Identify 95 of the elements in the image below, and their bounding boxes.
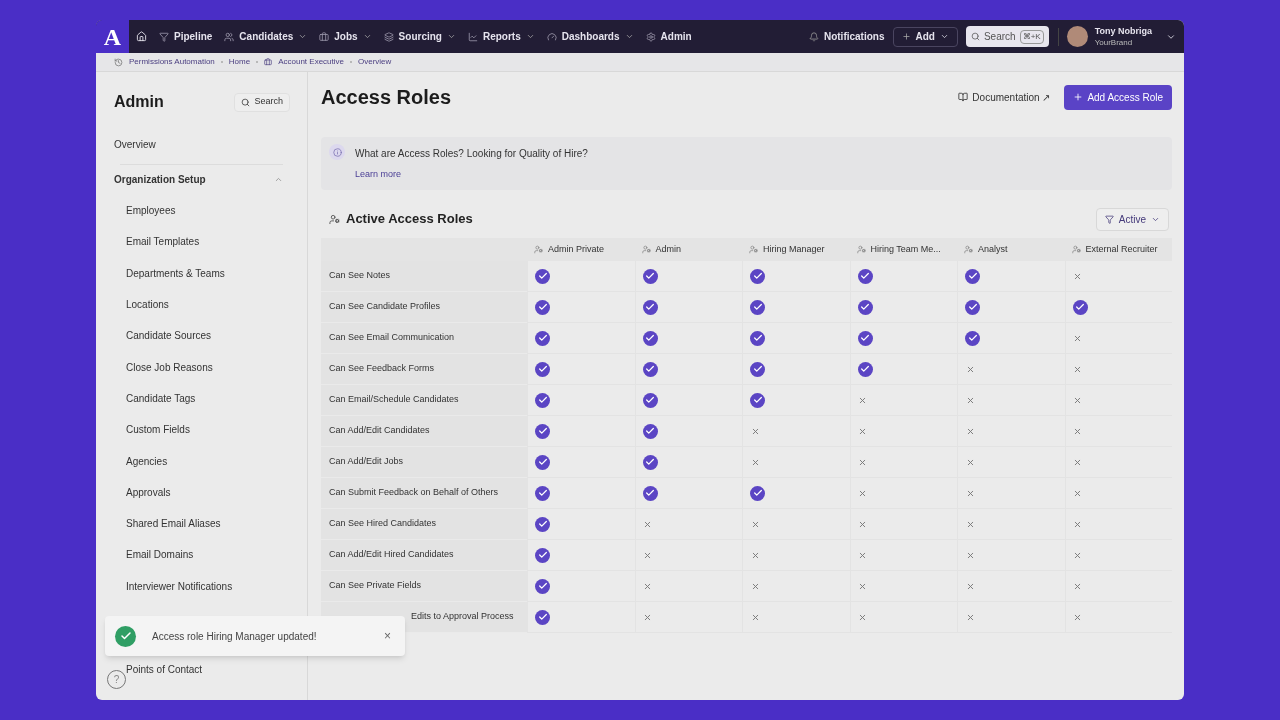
sidebar-item[interactable]: Candidate Tags <box>96 382 307 415</box>
add-button[interactable]: Add <box>892 26 958 47</box>
nav-item[interactable]: Reports <box>461 23 541 50</box>
chevron-icon <box>298 32 308 41</box>
row-label: Can See Feedback Forms <box>321 354 527 385</box>
row-label: Can See Email Communication <box>321 323 527 354</box>
sidebar-item[interactable]: Overview <box>96 137 307 152</box>
gauge-icon <box>546 31 557 42</box>
notifications-button[interactable]: Notifications <box>808 29 885 44</box>
collapse-icon <box>274 175 283 184</box>
people-icon <box>224 31 235 42</box>
breadcrumb-link[interactable]: Home <box>228 56 251 68</box>
nav-item[interactable]: Jobs <box>313 23 378 50</box>
nav-item[interactable]: Dashboards <box>540 23 640 50</box>
chevron-icon <box>446 32 456 41</box>
row-label: Can See Hired Candidates <box>321 509 527 540</box>
column-title: Hiring Manager <box>763 242 825 256</box>
sidebar-item[interactable]: Email Templates <box>96 226 307 258</box>
toast-message: Access role Hiring Manager updated! <box>152 629 318 644</box>
search-icon <box>241 97 251 107</box>
user-roles-icon <box>964 245 973 254</box>
user-roles-icon <box>1071 245 1081 254</box>
breadcrumb-link[interactable]: Account Executive <box>278 56 344 68</box>
user-roles-icon <box>534 245 543 254</box>
sidebar-item[interactable]: Approvals <box>96 476 307 508</box>
nav-item[interactable]: Sourcing <box>377 23 462 50</box>
plus-icon <box>901 32 911 41</box>
plus-icon <box>1073 92 1084 102</box>
user-roles-icon <box>856 245 866 254</box>
column-title: Admin Private <box>548 242 605 256</box>
chevron-icon <box>525 32 535 41</box>
sidebar-item[interactable]: Custom Fields <box>96 414 307 446</box>
page-title: Access Roles <box>321 85 452 110</box>
logo[interactable]: A <box>96 20 129 53</box>
row-label: Can See Candidate Profiles <box>321 292 527 323</box>
success-icon <box>115 625 136 647</box>
user-name: Tony Nobriga <box>1094 25 1152 37</box>
column-title: External Recruiter <box>1085 242 1158 256</box>
sidebar-item[interactable]: Close Job Reasons <box>96 351 307 383</box>
home-icon[interactable] <box>136 31 147 42</box>
nav-item[interactable]: Pipeline <box>153 23 219 50</box>
search-icon <box>970 32 980 41</box>
filter-icon <box>159 31 169 42</box>
shortcut-key: ⌘+K <box>1019 29 1044 44</box>
layers-icon <box>383 31 394 42</box>
column-title: Admin <box>655 242 681 256</box>
row-label: Can Add/Edit Candidates <box>321 416 527 447</box>
briefcase-icon <box>319 31 330 42</box>
settings-icon <box>645 31 656 42</box>
book-icon <box>958 92 969 102</box>
row-label: Can Email/Schedule Candidates <box>321 385 527 416</box>
sidebar-item[interactable]: Candidate Sources <box>96 320 307 352</box>
row-label: Can See Notes <box>321 261 527 292</box>
breadcrumb-link[interactable]: Overview <box>358 56 392 68</box>
section-header[interactable]: Organization Setup <box>96 172 307 187</box>
filter-dropdown[interactable]: Active <box>1095 207 1169 231</box>
user-roles-icon <box>329 213 340 225</box>
column-title: Analyst <box>978 242 1008 256</box>
add-access-role-button[interactable]: Add Access Role <box>1064 84 1172 110</box>
sidebar-item[interactable]: Interviewer Notifications <box>96 570 307 602</box>
sidebar-item[interactable]: Shared Email Aliases <box>96 507 307 540</box>
row-label: Can Submit Feedback on Behalf of Others <box>321 478 527 509</box>
user-roles-icon <box>749 245 758 254</box>
row-label: Can Add/Edit Jobs <box>321 447 527 478</box>
user-org: YourBrand <box>1094 36 1134 48</box>
breadcrumb-link[interactable]: Permissions Automation <box>129 56 215 68</box>
user-roles-icon <box>641 245 651 254</box>
sidebar-item[interactable]: Agencies <box>96 445 307 477</box>
search-field[interactable]: Search ⌘+K <box>965 26 1049 47</box>
sidebar-item[interactable]: Departments & Teams <box>96 257 307 289</box>
info-icon <box>329 144 345 160</box>
sidebar-item[interactable]: Employees <box>96 195 307 227</box>
chevron-icon <box>624 32 634 41</box>
chart-icon <box>467 31 478 42</box>
column-title: Hiring Team Me... <box>870 242 941 256</box>
learn-more-link[interactable]: Learn more <box>355 168 588 182</box>
avatar[interactable] <box>1066 26 1088 47</box>
info-text: What are Access Roles? Looking for Quality of Hire? <box>355 147 588 161</box>
sidebar-title: Admin <box>114 92 164 112</box>
row-label: Can Add/Edit Hired Candidates <box>321 540 527 571</box>
table-title: Active Access Roles <box>346 210 473 229</box>
sidebar-item[interactable]: Email Domains <box>96 539 307 571</box>
row-label: Can See Private Fields <box>321 571 527 602</box>
documentation-link[interactable]: Documentation ↗ <box>958 89 1051 105</box>
chevron-icon <box>362 32 372 41</box>
search-placeholder: Search <box>983 30 1016 44</box>
chevron-icon <box>939 32 949 41</box>
nav-item[interactable]: Admin <box>639 23 698 50</box>
sidebar-item[interactable]: Locations <box>96 288 307 321</box>
bell-icon <box>808 31 819 42</box>
sidebar-search[interactable]: Search <box>234 92 290 112</box>
filter-icon <box>1104 214 1114 224</box>
history-icon <box>114 57 123 67</box>
nav-item[interactable]: Candidates <box>218 23 314 50</box>
briefcase-icon <box>264 58 273 66</box>
